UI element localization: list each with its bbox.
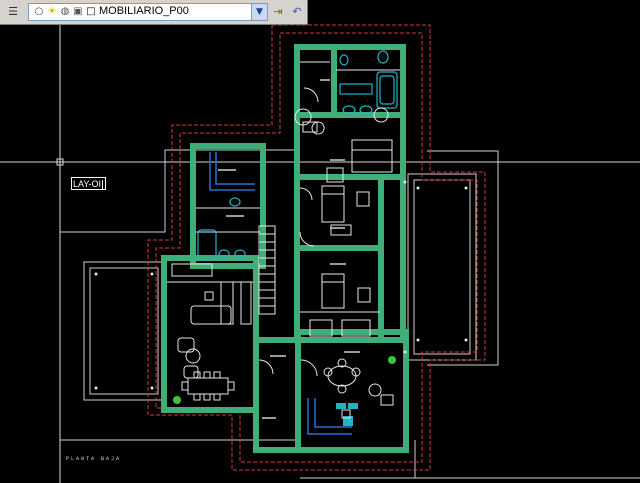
current-layer-name: MOBILIARIO_P00 [99,5,189,17]
plan-title: PLANTA BAJA [66,456,122,462]
layer-previous-icon[interactable]: ↶ [289,4,305,20]
plants [173,356,396,404]
make-current-icon[interactable]: ⇥ [270,4,286,20]
color-swatch-icon[interactable]: □ [85,6,97,18]
text-caret [102,180,104,189]
layer-manager-icon[interactable]: ☰ [5,4,21,20]
command-input[interactable]: LAY-OI [71,177,106,190]
partitions [167,61,400,377]
site-boundary-lines [60,149,640,479]
lock-icon[interactable]: ▣ [72,6,84,18]
layer-dropdown[interactable]: ○ ☀ ◍ ▣ □ MOBILIARIO_P00 ▼ [28,3,268,21]
sun-icon[interactable]: ☀ [46,6,58,18]
crosshair-cursor [0,22,640,483]
floor-plan-drawing[interactable] [0,0,640,483]
drawing-canvas[interactable]: ☰ ○ ☀ ◍ ▣ □ MOBILIARIO_P00 ▼ ⇥ ↶ LAY-OI … [0,0,640,483]
layer-toolbar: ☰ ○ ☀ ◍ ▣ □ MOBILIARIO_P00 ▼ ⇥ ↶ [0,0,308,25]
dimension-markers [94,180,468,390]
lightbulb-icon[interactable]: ○ [33,6,45,18]
freeze-icon[interactable]: ◍ [59,6,71,18]
command-text: LAY-OI [73,179,102,189]
kitchen-sink [336,403,358,426]
dropdown-arrow-icon[interactable]: ▼ [251,4,267,20]
